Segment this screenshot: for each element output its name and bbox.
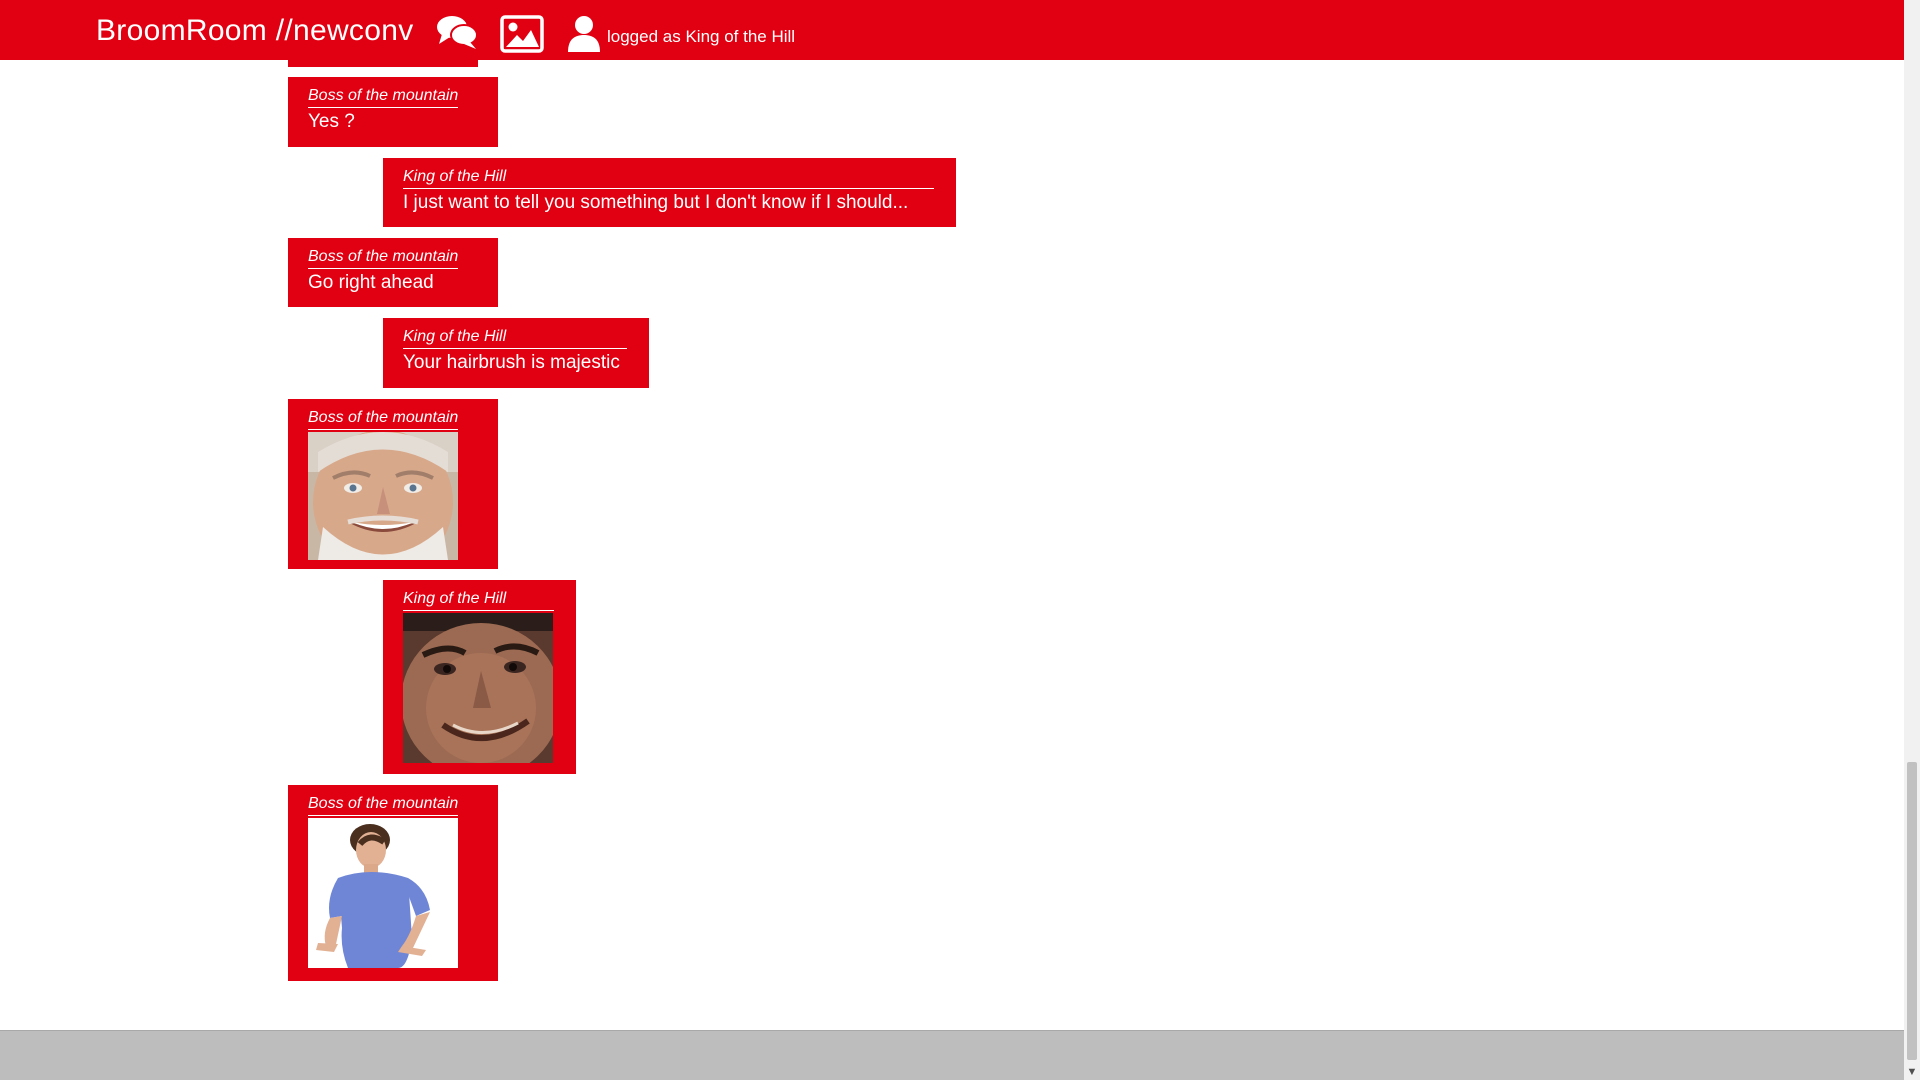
message-bubble: King of the Hill Your hairbrush is majes… <box>383 318 649 388</box>
message-list[interactable]: Boss of the mountain Yes ? King of the H… <box>0 60 1904 1030</box>
message-text: I just want to tell you something but I … <box>403 192 909 213</box>
message-author: King of the Hill <box>403 588 554 611</box>
message-composer-bar[interactable] <box>0 1030 1904 1080</box>
message-bubble-image: King of the Hill <box>383 580 576 774</box>
young-man-blue-shirt-photo[interactable] <box>308 818 458 968</box>
smiling-old-man-photo[interactable] <box>308 432 458 560</box>
message-bubble: Boss of the mountain Go right ahead <box>288 238 498 307</box>
message-author: King of the Hill <box>403 326 627 349</box>
message-text: Your hairbrush is majestic <box>403 352 620 373</box>
chat-bubbles-icon[interactable] <box>436 14 478 50</box>
message-bubble-partial <box>288 60 478 67</box>
message-bubble-image: Boss of the mountain <box>288 399 498 569</box>
message-text: Yes ? <box>308 111 355 132</box>
grinning-face-closeup-photo[interactable] <box>403 613 553 763</box>
message-bubble-image: Boss of the mountain <box>288 785 498 981</box>
message-text: Go right ahead <box>308 272 434 293</box>
message-author: Boss of the mountain <box>308 85 459 108</box>
message-author: Boss of the mountain <box>308 793 459 816</box>
message-author: Boss of the mountain <box>308 407 459 430</box>
message-bubble: King of the Hill I just want to tell you… <box>383 158 956 227</box>
scrollbar-thumb[interactable] <box>1907 762 1917 1060</box>
message-author: Boss of the mountain <box>308 246 459 269</box>
image-icon[interactable] <box>500 15 544 53</box>
app-brand-title[interactable]: BroomRoom //newconv <box>96 14 414 48</box>
user-icon[interactable] <box>567 15 601 53</box>
message-bubble: Boss of the mountain Yes ? <box>288 77 498 147</box>
top-navbar: BroomRoom //newconv logged as King of th… <box>0 0 1904 60</box>
login-status: logged as King of the Hill <box>607 27 796 46</box>
page-scrollbar[interactable]: ▼ <box>1904 0 1920 1080</box>
scroll-down-arrow-icon[interactable]: ▼ <box>1904 1064 1920 1080</box>
message-author: King of the Hill <box>403 166 934 189</box>
